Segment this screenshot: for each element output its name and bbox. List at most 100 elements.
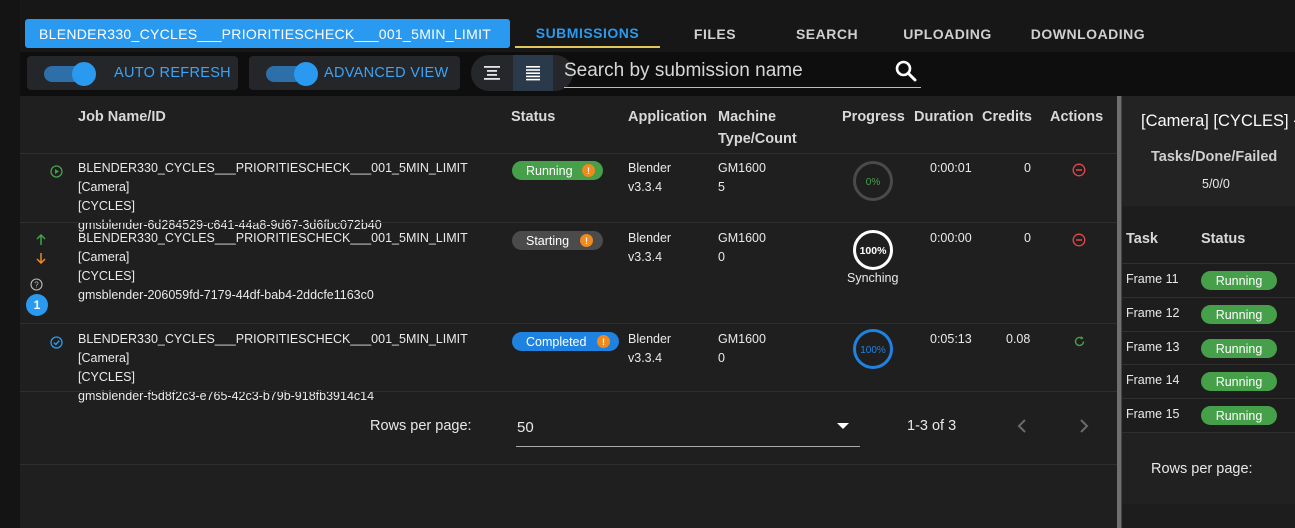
submissions-table: Job Name/ID Status Application Machine T…	[20, 96, 1117, 528]
header-task-status[interactable]: Status	[1201, 231, 1245, 247]
tab-files[interactable]: FILES	[665, 19, 765, 48]
task-row[interactable]: Frame 15 Running	[1122, 398, 1295, 432]
app-version: v3.3.4	[628, 250, 663, 264]
project-name-chip[interactable]: BLENDER330_CYCLES___PRIORITIESCHECK___00…	[25, 19, 510, 48]
auto-refresh-label: AUTO REFRESH	[114, 65, 231, 81]
task-frame: Frame 12	[1126, 306, 1180, 320]
task-frame: Frame 11	[1126, 272, 1179, 286]
duration: 0:00:01	[930, 161, 972, 175]
status-text: Running	[526, 163, 573, 178]
task-row[interactable]: Frame 11 Running	[1122, 263, 1295, 297]
svg-text:?: ?	[34, 281, 39, 290]
chevron-right-icon	[1080, 419, 1089, 433]
table-row[interactable]: BLENDER330_CYCLES___PRIORITIESCHECK___00…	[20, 323, 1117, 403]
tasks-summary-label: Tasks/Done/Failed	[1151, 149, 1278, 165]
header-actions: Actions	[1050, 109, 1104, 125]
machine-count: 5	[718, 180, 725, 194]
info-icon[interactable]: !	[597, 335, 610, 348]
header-machine[interactable]: Machine Type/Count	[718, 106, 797, 150]
auto-refresh-toggle[interactable]: AUTO REFRESH	[27, 56, 238, 90]
advanced-view-switch[interactable]	[266, 62, 318, 86]
machine-count: 0	[718, 351, 725, 365]
tab-downloading[interactable]: DOWNLOADING	[1023, 19, 1153, 48]
task-details-panel: [Camera] [CYCLES] - Tasks/Done/Failed 5/…	[1121, 96, 1295, 528]
app-version: v3.3.4	[628, 351, 663, 365]
dense-view-button[interactable]	[513, 55, 553, 91]
progress-text: 100%	[860, 245, 888, 257]
table-row[interactable]: BLENDER330_CYCLES___PRIORITIESCHECK___00…	[20, 153, 1117, 232]
left-edge-strip	[0, 0, 20, 528]
rows-per-page-label: Rows per page:	[370, 418, 472, 434]
task-frame: Frame 14	[1126, 373, 1180, 387]
advanced-view-label: ADVANCED VIEW	[324, 65, 449, 81]
align-center-icon	[484, 66, 500, 80]
machine-type: GM1600	[718, 161, 766, 175]
header-application[interactable]: Application	[628, 106, 707, 128]
tab-uploading[interactable]: UPLOADING	[890, 19, 1005, 48]
help-icon[interactable]: ?	[30, 278, 43, 291]
retry-icon[interactable]	[1073, 335, 1086, 348]
search-input[interactable]	[564, 56, 884, 86]
task-status-badge: Running	[1201, 372, 1277, 391]
list-lines-icon	[526, 66, 540, 81]
check-circle-icon	[50, 336, 63, 349]
job-name-line1: BLENDER330_CYCLES___PRIORITIESCHECK___00…	[78, 231, 468, 264]
next-page-button[interactable]	[1074, 416, 1094, 436]
app-name: Blender	[628, 231, 672, 245]
panel-header: [Camera] [CYCLES] -	[1122, 96, 1295, 144]
view-density-group	[471, 55, 573, 91]
task-frame: Frame 15	[1126, 407, 1180, 421]
job-name-line2: [CYCLES]	[78, 370, 135, 384]
table-pagination: Rows per page: 50 1-3 of 3	[20, 391, 1117, 465]
status-badge: Completed !	[512, 332, 619, 351]
application-cell: Blender v3.3.4	[628, 330, 671, 368]
rows-per-page-select[interactable]: 50	[516, 410, 860, 447]
compact-view-button[interactable]	[471, 55, 513, 91]
header-credits[interactable]: Credits	[982, 106, 1032, 128]
task-status-badge: Running	[1201, 305, 1277, 324]
header-job-name[interactable]: Job Name/ID	[78, 106, 166, 128]
machine-cell: GM1600 5	[718, 159, 766, 197]
duration: 0:00:00	[930, 231, 972, 245]
panel-rows-per-page-label: Rows per page:	[1151, 461, 1253, 477]
app-name: Blender	[628, 161, 672, 175]
cancel-icon[interactable]	[1072, 233, 1086, 247]
info-icon[interactable]: !	[582, 164, 595, 177]
machine-type: GM1600	[718, 332, 766, 346]
job-name-line1: BLENDER330_CYCLES___PRIORITIESCHECK___00…	[78, 161, 468, 194]
header-progress[interactable]: Progress	[842, 106, 905, 128]
move-down-icon[interactable]	[35, 252, 47, 264]
tab-submissions[interactable]: SUBMISSIONS	[515, 19, 660, 48]
task-row[interactable]: Frame 14 Running	[1122, 364, 1295, 398]
task-status-badge: Running	[1201, 339, 1277, 358]
move-up-icon[interactable]	[35, 234, 47, 246]
advanced-view-toggle[interactable]: ADVANCED VIEW	[249, 56, 460, 90]
table-row[interactable]: ? 1 BLENDER330_CYCLES___PRIORITIESCHECK_…	[20, 222, 1117, 323]
task-status-badge: Running	[1201, 406, 1277, 425]
auto-refresh-switch[interactable]	[44, 62, 96, 86]
task-row[interactable]: Frame 13 Running	[1122, 331, 1295, 365]
tab-search[interactable]: SEARCH	[777, 19, 877, 48]
tasks-summary-counts: 5/0/0	[1202, 177, 1230, 191]
cancel-icon[interactable]	[1072, 163, 1086, 177]
status-badge: Starting !	[512, 231, 603, 250]
previous-page-button[interactable]	[1012, 416, 1032, 436]
job-name: BLENDER330_CYCLES___PRIORITIESCHECK___00…	[78, 229, 508, 305]
chevron-left-icon	[1017, 419, 1026, 433]
job-id: gmsblender-206059fd-7179-44df-bab4-2ddcf…	[78, 288, 374, 302]
machine-cell: GM1600 0	[718, 229, 766, 267]
info-icon[interactable]: !	[580, 234, 593, 247]
play-circle-icon	[50, 165, 63, 178]
header-duration[interactable]: Duration	[914, 106, 974, 128]
header-task[interactable]: Task	[1126, 231, 1158, 247]
search-icon[interactable]	[894, 59, 918, 83]
credits: 0	[1024, 161, 1031, 175]
task-status-badge: Running	[1201, 271, 1277, 290]
progress-ring: 0%	[852, 160, 894, 202]
header-status[interactable]: Status	[511, 106, 555, 128]
task-row[interactable]: Frame 12 Running	[1122, 297, 1295, 331]
job-name-line1: BLENDER330_CYCLES___PRIORITIESCHECK___00…	[78, 332, 468, 365]
progress-ring: 100%	[852, 229, 894, 271]
machine-type: GM1600	[718, 231, 766, 245]
job-name-line2: [CYCLES]	[78, 269, 135, 283]
